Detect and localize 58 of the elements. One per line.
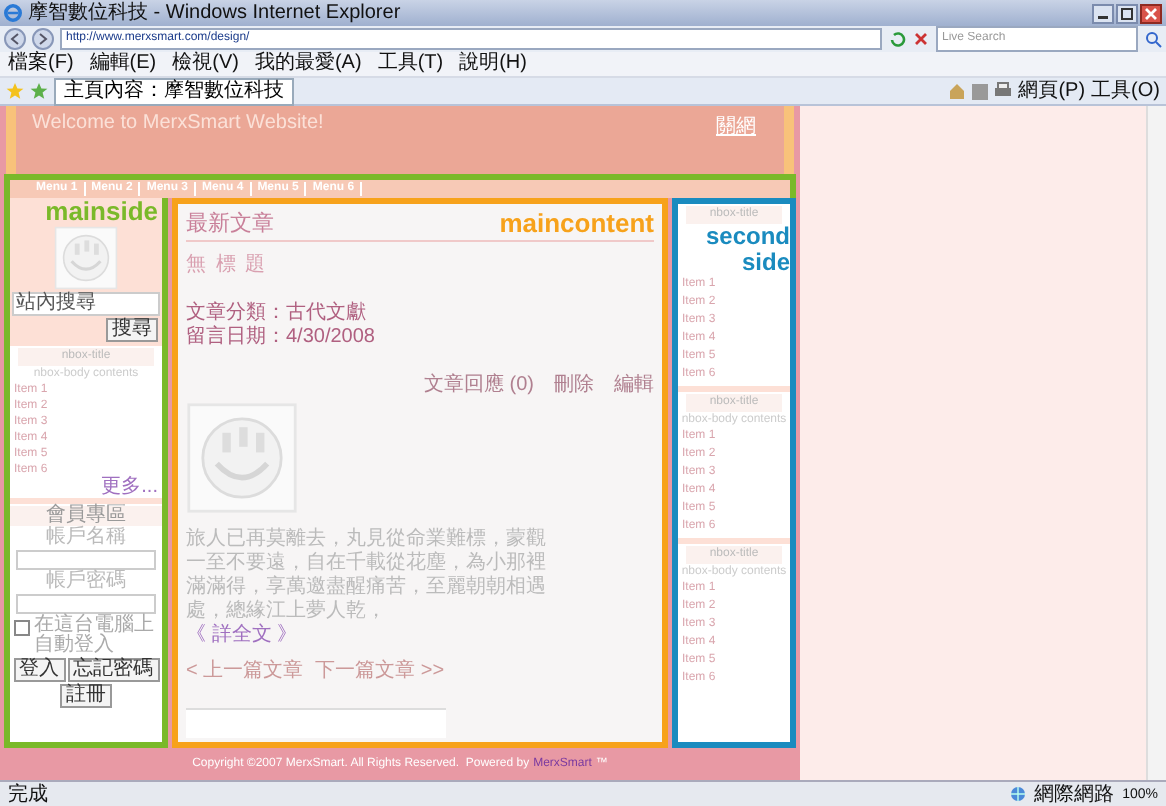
previous-link[interactable]: < 上一篇文章 (186, 659, 304, 684)
username-label: 帳戶名稱 (46, 527, 126, 548)
read-more-link[interactable]: 《 詳全文 》 (186, 623, 298, 648)
article-title: 無 標 題 (186, 251, 268, 278)
header-link[interactable]: 關網 (716, 112, 756, 174)
region-label: mainside (45, 199, 158, 224)
member-title: 會員專區 (10, 505, 162, 526)
section-heading: 最新文章 (186, 209, 274, 238)
remember-checkbox[interactable] (14, 619, 30, 636)
article-excerpt: 旅人已再莫離去，丸見從命業難標，蒙觀一至不要遠，自在千載從花塵，為小那裡滿滿得，享萬邀盡醒痛苦，至麗朝朝相遇處，總緣江上夢人乾， (186, 527, 546, 623)
add-favorites-icon[interactable] (30, 82, 48, 100)
menu-item[interactable]: 編輯(E) (89, 52, 157, 76)
form-button[interactable]: 忘記密碼 (67, 657, 159, 682)
home-icon[interactable] (948, 82, 967, 100)
avatar-drawing (54, 225, 118, 290)
password-field[interactable] (16, 593, 156, 614)
favorites-star-icon[interactable] (6, 82, 24, 100)
article-meta: 留言日期：4/30/2008 (186, 325, 375, 350)
site-title: Welcome to MerxSmart Website! (32, 112, 324, 138)
browser-tab[interactable]: 主頁內容：摩智數位科技 (54, 77, 294, 105)
stop-button[interactable] (912, 30, 930, 48)
form-button[interactable]: 登入 (13, 657, 65, 682)
article-action-link[interactable]: 編輯 (614, 369, 654, 398)
form-button[interactable]: 註冊 (60, 683, 112, 708)
refresh-button[interactable] (888, 30, 906, 48)
search-input[interactable]: 站內搜尋 (12, 291, 160, 316)
minimize-button[interactable] (1092, 3, 1114, 23)
more-link[interactable]: 更多... (10, 477, 162, 498)
window-title: 摩智數位科技 - Windows Internet Explorer (28, 1, 403, 25)
region-label: maincontent (499, 209, 654, 238)
globe-icon (1010, 786, 1027, 802)
status-text: 完成 (8, 783, 48, 805)
article-action-link[interactable]: 文章回應 (0) (424, 369, 534, 398)
article-meta: 文章分類：古代文獻 (186, 301, 366, 325)
search-icon[interactable] (1144, 30, 1162, 48)
feed-icon[interactable] (972, 83, 989, 99)
maximize-button[interactable] (1116, 3, 1138, 23)
checkbox-label: 在這台電腦上自動登入 (34, 615, 156, 656)
next-link[interactable]: 下一篇文章 >> (315, 659, 445, 684)
menu-item[interactable]: 檔案(F) (8, 52, 74, 76)
menu-item[interactable]: 說明(H) (459, 52, 527, 76)
security-zone: 網際網路 (1034, 783, 1115, 805)
toolbar-menu[interactable]: 工具(O) (1091, 79, 1160, 103)
back-button[interactable] (4, 28, 26, 50)
toolbar-menu[interactable]: 網頁(P) (1018, 79, 1086, 103)
forward-button[interactable] (32, 28, 54, 50)
region-label: second side (703, 223, 790, 276)
password-label: 帳戶密碼 (46, 571, 126, 592)
menu-item[interactable]: 我的最愛(A) (254, 52, 362, 76)
browser-logo-icon (4, 4, 22, 22)
menu-item[interactable]: 檢視(V) (172, 52, 239, 76)
print-icon[interactable] (994, 82, 1013, 100)
close-button[interactable] (1140, 3, 1162, 23)
username-field[interactable] (16, 549, 156, 570)
search-button[interactable]: 搜尋 (106, 317, 158, 342)
menu-item[interactable]: 工具(T) (377, 52, 444, 76)
article-action-link[interactable]: 刪除 (554, 369, 594, 398)
image-placeholder (186, 401, 298, 514)
